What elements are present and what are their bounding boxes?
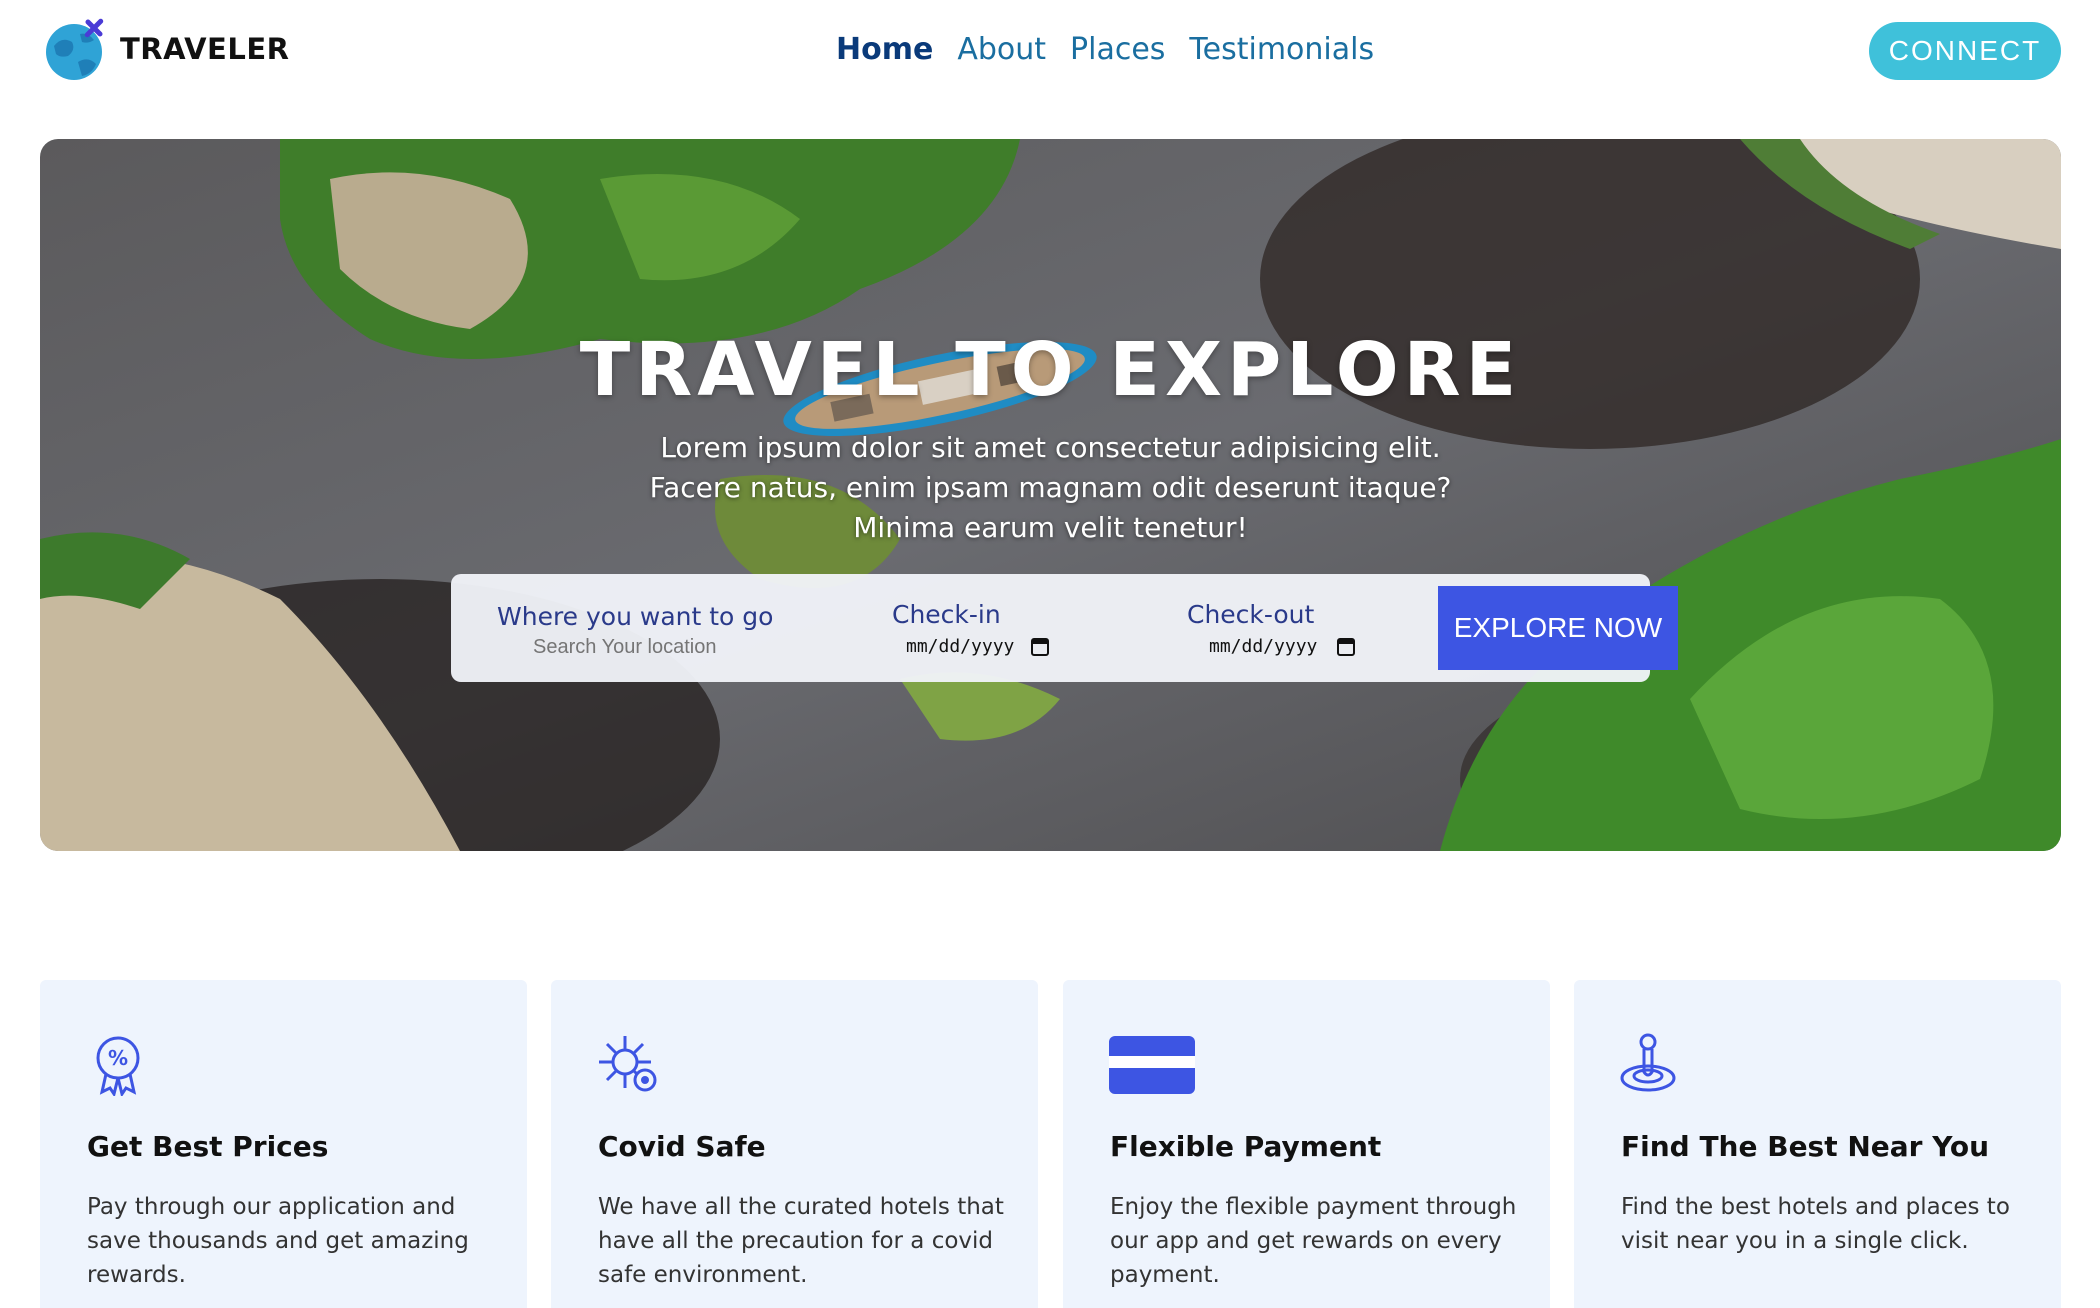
feature-text: Enjoy the flexible payment through our a… [1110,1194,1517,1288]
discount-badge-icon: % [96,1036,140,1096]
feature-card-covid-safe: Covid Safe We have all the curated hotel… [551,980,1038,1308]
brand-logo[interactable]: TRAVELER [44,16,289,82]
svg-text:%: % [108,1046,128,1070]
credit-card-icon [1109,1036,1195,1094]
feature-title: Covid Safe [598,1130,766,1163]
globe-plane-icon [46,18,104,80]
checkin-date-input[interactable]: mm/dd/yyyy [906,632,1066,662]
hero-subtitle-line-2: Facere natus, enim ipsam magnam odit des… [649,471,1452,504]
checkout-label: Check-out [1187,600,1315,629]
feature-title: Get Best Prices [87,1130,329,1163]
checkout-date-value: mm/dd/yyyy [1209,636,1318,657]
feature-text: Pay through our application and save tho… [87,1194,469,1288]
destination-label: Where you want to go [497,602,774,631]
feature-card-best-prices: % Get Best Prices Pay through our applic… [40,980,527,1308]
hero-title: TRAVEL TO EXPLORE [579,327,1522,413]
feature-card-best-near-you: Find The Best Near You Find the best hot… [1574,980,2061,1308]
virus-shield-icon [599,1036,657,1092]
nav-about[interactable]: About [957,32,1046,67]
main-nav: Home About Places Testimonials [836,32,1374,67]
hero-subtitle-line-1: Lorem ipsum dolor sit amet consectetur a… [660,431,1441,464]
checkout-date-input[interactable]: mm/dd/yyyy [1209,632,1369,662]
site-header: TRAVELER Home About Places Testimonials … [0,0,2100,110]
checkin-date-value: mm/dd/yyyy [906,636,1015,657]
nav-home[interactable]: Home [836,32,933,67]
explore-now-button[interactable]: EXPLORE NOW [1438,586,1678,670]
feature-title: Find The Best Near You [1621,1130,1990,1163]
checkin-label: Check-in [892,600,1001,629]
feature-text: Find the best hotels and places to visit… [1621,1194,2010,1254]
calendar-icon[interactable] [1337,636,1355,656]
brand-name: TRAVELER [120,32,290,66]
feature-text: We have all the curated hotels that have… [598,1194,1004,1288]
calendar-icon[interactable] [1031,636,1049,656]
feature-title: Flexible Payment [1110,1130,1382,1163]
feature-card-flexible-payment: Flexible Payment Enjoy the flexible paym… [1063,980,1550,1308]
connect-button[interactable]: CONNECT [1869,22,2061,80]
hero-banner: TRAVEL TO EXPLORE Lorem ipsum dolor sit … [40,139,2061,851]
search-bar: Where you want to go Check-in mm/dd/yyyy… [451,574,1678,682]
hero-subtitle-line-3: Minima earum velit tenetur! [853,511,1248,544]
destination-input[interactable] [533,634,733,660]
location-pin-icon [1620,1033,1676,1092]
nav-places[interactable]: Places [1070,32,1165,67]
nav-testimonials[interactable]: Testimonials [1189,32,1374,67]
